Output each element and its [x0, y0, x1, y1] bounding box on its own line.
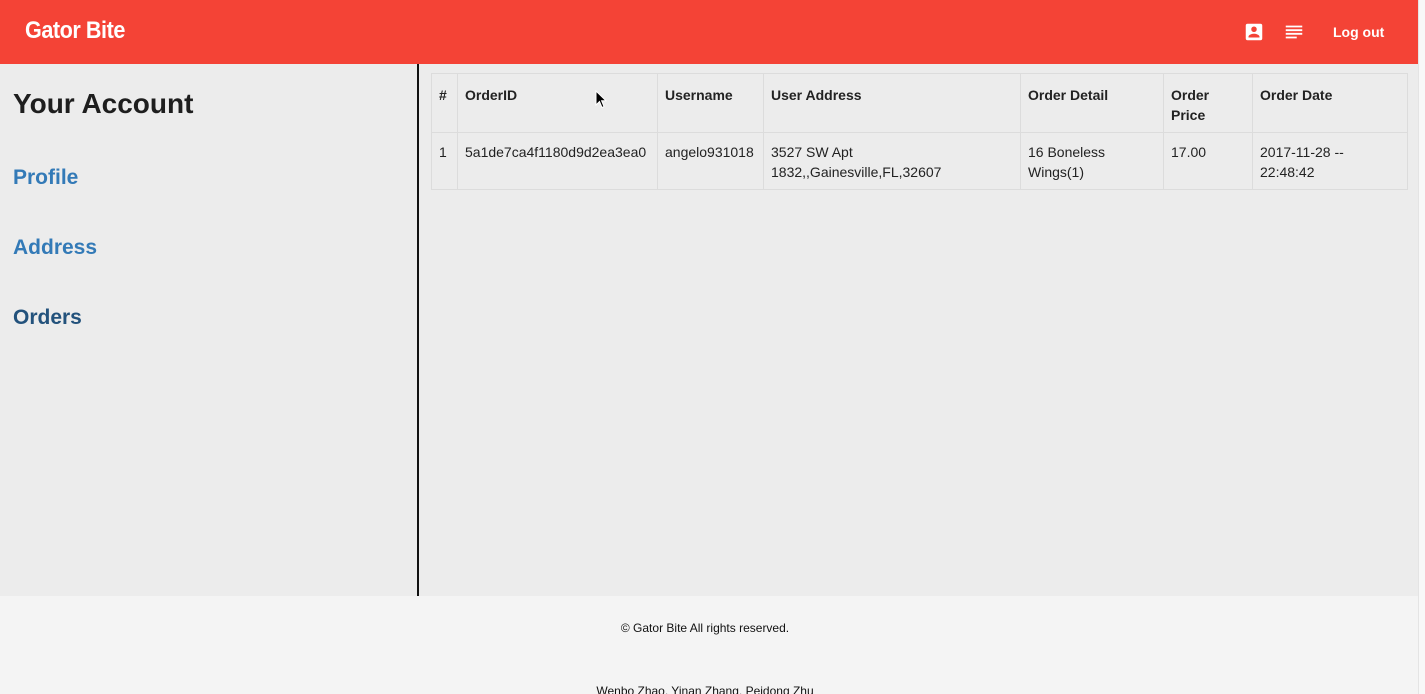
sidebar-item-orders[interactable]: Orders: [13, 306, 82, 330]
cell-order-id: 5a1de7ca4f1180d9d2ea3ea0: [457, 132, 658, 190]
header-order-detail: Order Detail: [1020, 73, 1164, 133]
header-user-address: User Address: [763, 73, 1021, 133]
copyright-text: © Gator Bite All rights reserved.: [620, 621, 790, 635]
cell-user-address: 3527 SW Apt 1832,,Gainesville,FL,32607: [763, 132, 1021, 190]
page-title: Your Account: [13, 88, 194, 119]
orders-content: # OrderID Username User Address Order De…: [421, 64, 1418, 596]
list-icon[interactable]: [1283, 21, 1305, 43]
cell-order-detail: 16 Boneless Wings(1): [1020, 132, 1164, 190]
header-index: #: [431, 73, 458, 133]
header-order-price: Order Price: [1163, 73, 1253, 133]
orders-table: # OrderID Username User Address Order De…: [431, 73, 1408, 190]
sidebar-item-profile[interactable]: Profile: [13, 166, 78, 190]
brand-logo[interactable]: Gator Bite: [25, 17, 125, 45]
cell-username: angelo931018: [657, 132, 764, 190]
account-sidebar: Your Account Profile Address Orders: [0, 64, 419, 596]
header-username: Username: [657, 73, 764, 133]
header-order-date: Order Date: [1252, 73, 1408, 133]
mouse-cursor-icon: [595, 90, 607, 109]
logout-button[interactable]: Log out: [1333, 24, 1384, 40]
cell-order-price: 17.00: [1163, 132, 1253, 190]
top-navbar: Gator Bite Log out: [0, 0, 1418, 64]
table-row: 1 5a1de7ca4f1180d9d2ea3ea0 angelo931018 …: [431, 132, 1408, 190]
header-order-id: OrderID: [457, 73, 658, 133]
sidebar-item-address[interactable]: Address: [13, 236, 97, 260]
cell-index: 1: [431, 132, 458, 190]
account-box-icon[interactable]: [1243, 21, 1265, 43]
scrollbar[interactable]: [1418, 0, 1425, 694]
cell-order-date: 2017-11-28 -- 22:48:42: [1252, 132, 1408, 190]
page-footer: © Gator Bite All rights reserved. Wenbo …: [0, 596, 1418, 694]
credits-text: Wenbo Zhao, Yinan Zhang, Peidong Zhu: [596, 684, 814, 694]
table-header-row: # OrderID Username User Address Order De…: [431, 73, 1408, 133]
